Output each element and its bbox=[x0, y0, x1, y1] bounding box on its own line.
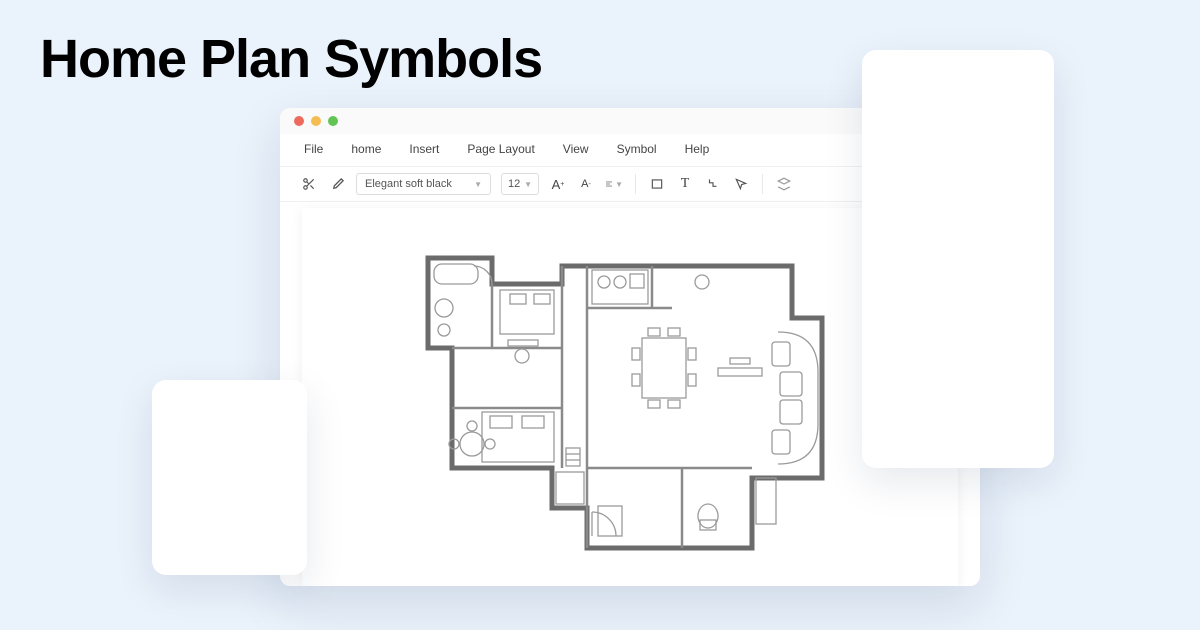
menu-help[interactable]: Help bbox=[685, 142, 710, 156]
increase-font-icon[interactable]: A+ bbox=[549, 175, 567, 193]
divider bbox=[762, 174, 763, 194]
chevron-down-icon: ▼ bbox=[474, 180, 482, 189]
maximize-icon[interactable] bbox=[328, 116, 338, 126]
menu-view[interactable]: View bbox=[563, 142, 589, 156]
connector-tool-icon[interactable] bbox=[704, 175, 722, 193]
menu-symbol[interactable]: Symbol bbox=[617, 142, 657, 156]
font-family-select[interactable]: Elegant soft black ▼ bbox=[356, 173, 491, 195]
menu-home[interactable]: home bbox=[351, 142, 381, 156]
decrease-font-icon[interactable]: A- bbox=[577, 175, 595, 193]
menu-insert[interactable]: Insert bbox=[409, 142, 439, 156]
page-title: Home Plan Symbols bbox=[40, 28, 542, 90]
pointer-tool-icon[interactable] bbox=[732, 175, 750, 193]
format-painter-icon[interactable] bbox=[328, 175, 346, 193]
font-family-value: Elegant soft black bbox=[365, 178, 452, 190]
menu-file[interactable]: File bbox=[304, 142, 323, 156]
drawing-canvas[interactable] bbox=[302, 208, 958, 586]
minimize-icon[interactable] bbox=[311, 116, 321, 126]
floating-card-left bbox=[152, 380, 307, 575]
font-size-select[interactable]: 12 ▼ bbox=[501, 173, 539, 195]
chevron-down-icon: ▼ bbox=[615, 180, 623, 189]
floorplan-drawing bbox=[422, 248, 852, 558]
chevron-down-icon: ▼ bbox=[524, 180, 532, 189]
cut-icon[interactable] bbox=[300, 175, 318, 193]
close-icon[interactable] bbox=[294, 116, 304, 126]
text-tool-icon[interactable]: T bbox=[676, 175, 694, 193]
divider bbox=[635, 174, 636, 194]
layers-icon[interactable] bbox=[775, 175, 793, 193]
menu-page-layout[interactable]: Page Layout bbox=[467, 142, 534, 156]
align-icon[interactable]: ▼ bbox=[605, 175, 623, 193]
rectangle-tool-icon[interactable] bbox=[648, 175, 666, 193]
font-size-value: 12 bbox=[508, 178, 520, 190]
floating-card-right bbox=[862, 50, 1054, 468]
